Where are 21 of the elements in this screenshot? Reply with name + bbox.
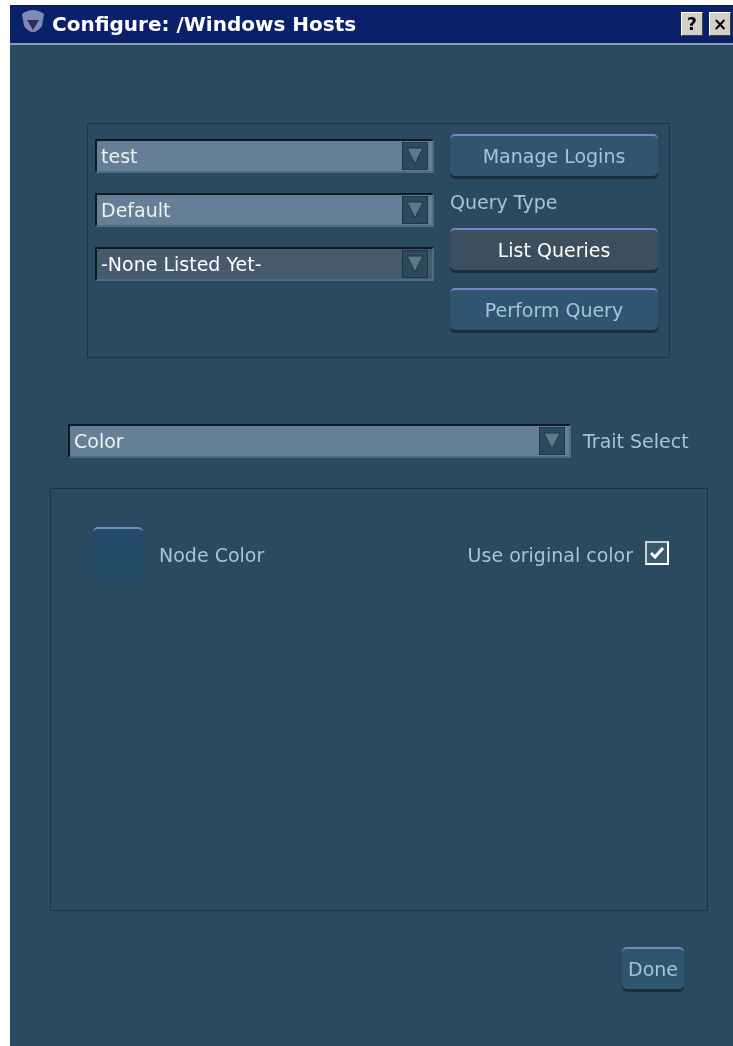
dropdown[interactable]: Default: [95, 193, 434, 227]
color-swatch[interactable]: [93, 527, 143, 580]
checkbox[interactable]: [645, 541, 669, 565]
close-button[interactable]: ×: [709, 12, 731, 36]
dropdown-arrow-icon: [402, 142, 428, 170]
dropdown-arrow-icon: [402, 250, 428, 278]
push-button[interactable]: List Queries: [450, 228, 658, 270]
window-title: Configure: /Windows Hosts: [52, 11, 358, 38]
field-label: Node Color: [159, 543, 266, 568]
dropdown[interactable]: Color: [68, 424, 571, 458]
field-label: Query Type: [450, 190, 559, 215]
push-button[interactable]: Done: [622, 947, 684, 989]
checkbox-label: Use original color: [467, 543, 633, 568]
dropdown-arrow-icon: [539, 427, 565, 455]
push-button[interactable]: Manage Logins: [450, 134, 658, 176]
push-button[interactable]: Perform Query: [450, 288, 658, 330]
check-icon: [649, 546, 665, 560]
dropdown-arrow-icon: [402, 196, 428, 224]
field-label: Trait Select: [583, 428, 689, 454]
help-button[interactable]: ?: [681, 12, 703, 36]
dropdown[interactable]: test: [95, 139, 434, 173]
